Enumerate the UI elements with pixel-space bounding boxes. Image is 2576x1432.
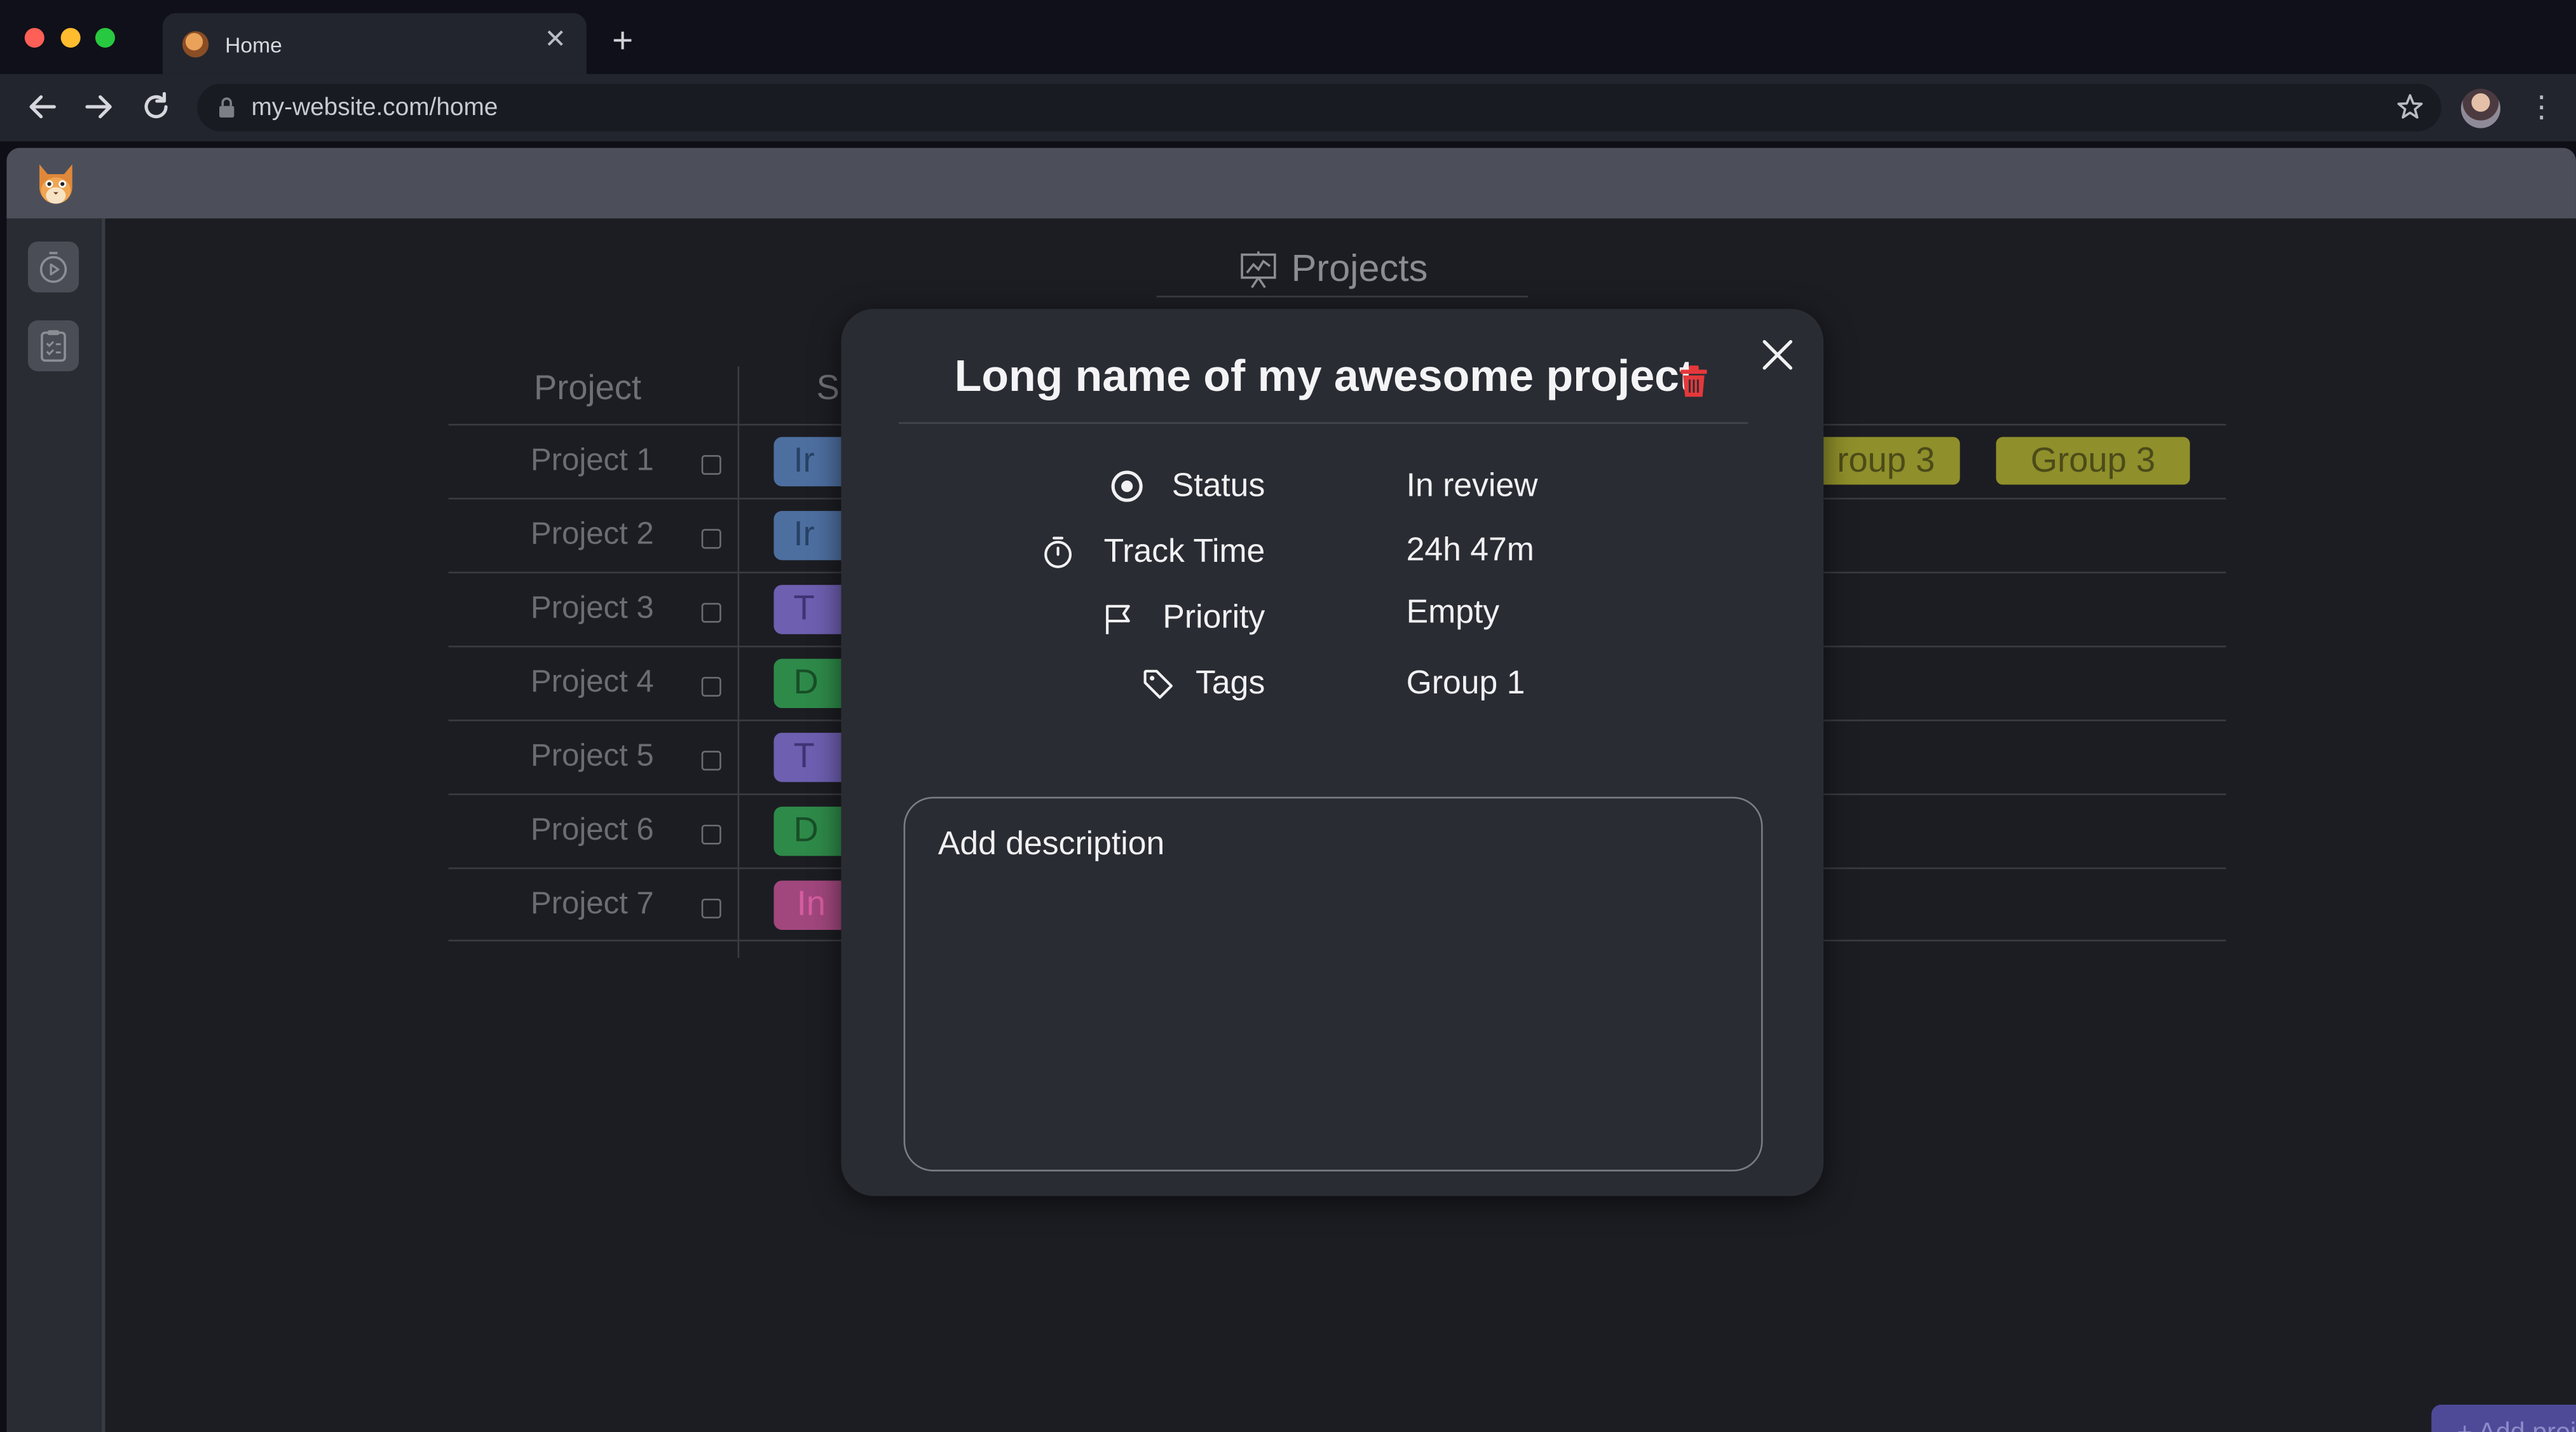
- project-name[interactable]: Project 3: [531, 592, 654, 628]
- row-checkbox[interactable]: [701, 751, 721, 771]
- status-value[interactable]: In review: [1407, 468, 1538, 506]
- sidebar-projects-button[interactable]: [27, 320, 79, 372]
- tab-favicon-icon: [182, 31, 209, 58]
- priority-value[interactable]: Empty: [1407, 595, 1500, 632]
- minimize-window-button[interactable]: [60, 27, 81, 48]
- row-checkbox[interactable]: [701, 898, 721, 918]
- tags-value[interactable]: Group 1: [1407, 665, 1525, 703]
- track-time-label: Track Time: [1103, 534, 1265, 570]
- track-time-value[interactable]: 24h 47m: [1407, 532, 1534, 569]
- reload-icon[interactable]: [138, 89, 174, 125]
- tags-label: Tags: [1196, 665, 1265, 702]
- row-checkbox[interactable]: [701, 454, 721, 475]
- row-checkbox[interactable]: [701, 603, 721, 623]
- address-bar[interactable]: my-website.com/home: [197, 83, 2442, 132]
- tag-badge[interactable]: roup 3: [1812, 437, 1960, 485]
- project-name[interactable]: Project 7: [531, 887, 654, 924]
- clipboard-icon: [41, 330, 66, 362]
- tab-close-icon[interactable]: ✕: [540, 26, 570, 56]
- column-header-project: Project: [534, 369, 642, 408]
- status-label: Status: [1171, 468, 1265, 505]
- cat-logo-icon[interactable]: [33, 158, 79, 207]
- row-checkbox[interactable]: [701, 529, 721, 549]
- tag-badge[interactable]: Group 3: [1996, 437, 2190, 485]
- new-tab-button[interactable]: +: [604, 22, 641, 59]
- project-name[interactable]: Project 4: [531, 665, 654, 702]
- description-textarea[interactable]: Add description: [903, 796, 1763, 1171]
- stopwatch-icon: [1044, 536, 1072, 568]
- project-detail-modal: Long name of my awesome project Status I…: [841, 308, 1824, 1196]
- add-project-button[interactable]: + Add project: [2431, 1405, 2576, 1432]
- stopwatch-icon: [39, 252, 67, 283]
- back-arrow-icon[interactable]: [25, 89, 61, 125]
- sidebar: [6, 218, 106, 1432]
- close-icon[interactable]: [1758, 335, 1797, 374]
- description-placeholder: Add description: [937, 826, 1165, 863]
- project-name[interactable]: Project 6: [531, 813, 654, 849]
- page-header: Projects: [1156, 231, 1528, 297]
- app-header: [6, 147, 2576, 219]
- browser-titlebar: Home ✕ +: [0, 0, 2576, 74]
- modal-header: Long name of my awesome project: [898, 338, 1748, 424]
- tab-title: Home: [225, 32, 282, 58]
- flag-icon: [1106, 604, 1130, 634]
- sidebar-timer-button[interactable]: [27, 241, 79, 293]
- profile-avatar[interactable]: [2461, 88, 2501, 128]
- project-name[interactable]: Project 5: [531, 739, 654, 775]
- project-name[interactable]: Project 1: [531, 444, 654, 480]
- url-text: my-website.com/home: [251, 93, 498, 122]
- trash-icon[interactable]: [1675, 363, 1712, 399]
- row-checkbox[interactable]: [701, 824, 721, 845]
- browser-toolbar: my-website.com/home ⋮: [0, 74, 2576, 142]
- target-icon: [1111, 470, 1143, 502]
- bookmark-star-icon[interactable]: [2395, 92, 2425, 122]
- tag-icon: [1143, 669, 1173, 699]
- browser-menu-icon[interactable]: ⋮: [2526, 89, 2556, 125]
- priority-label: Priority: [1162, 599, 1265, 636]
- row-checkbox[interactable]: [701, 676, 721, 697]
- lock-icon: [219, 97, 235, 118]
- project-title[interactable]: Long name of my awesome project: [955, 351, 1694, 402]
- browser-tab[interactable]: Home ✕: [162, 13, 587, 74]
- page-title: Projects: [1291, 246, 1428, 289]
- forward-arrow-icon[interactable]: [81, 89, 117, 125]
- presentation-chart-icon: [1241, 251, 1276, 289]
- close-window-button[interactable]: [24, 27, 44, 48]
- column-header-status: S: [816, 369, 840, 408]
- project-name[interactable]: Project 2: [531, 517, 654, 554]
- maximize-window-button[interactable]: [95, 27, 115, 48]
